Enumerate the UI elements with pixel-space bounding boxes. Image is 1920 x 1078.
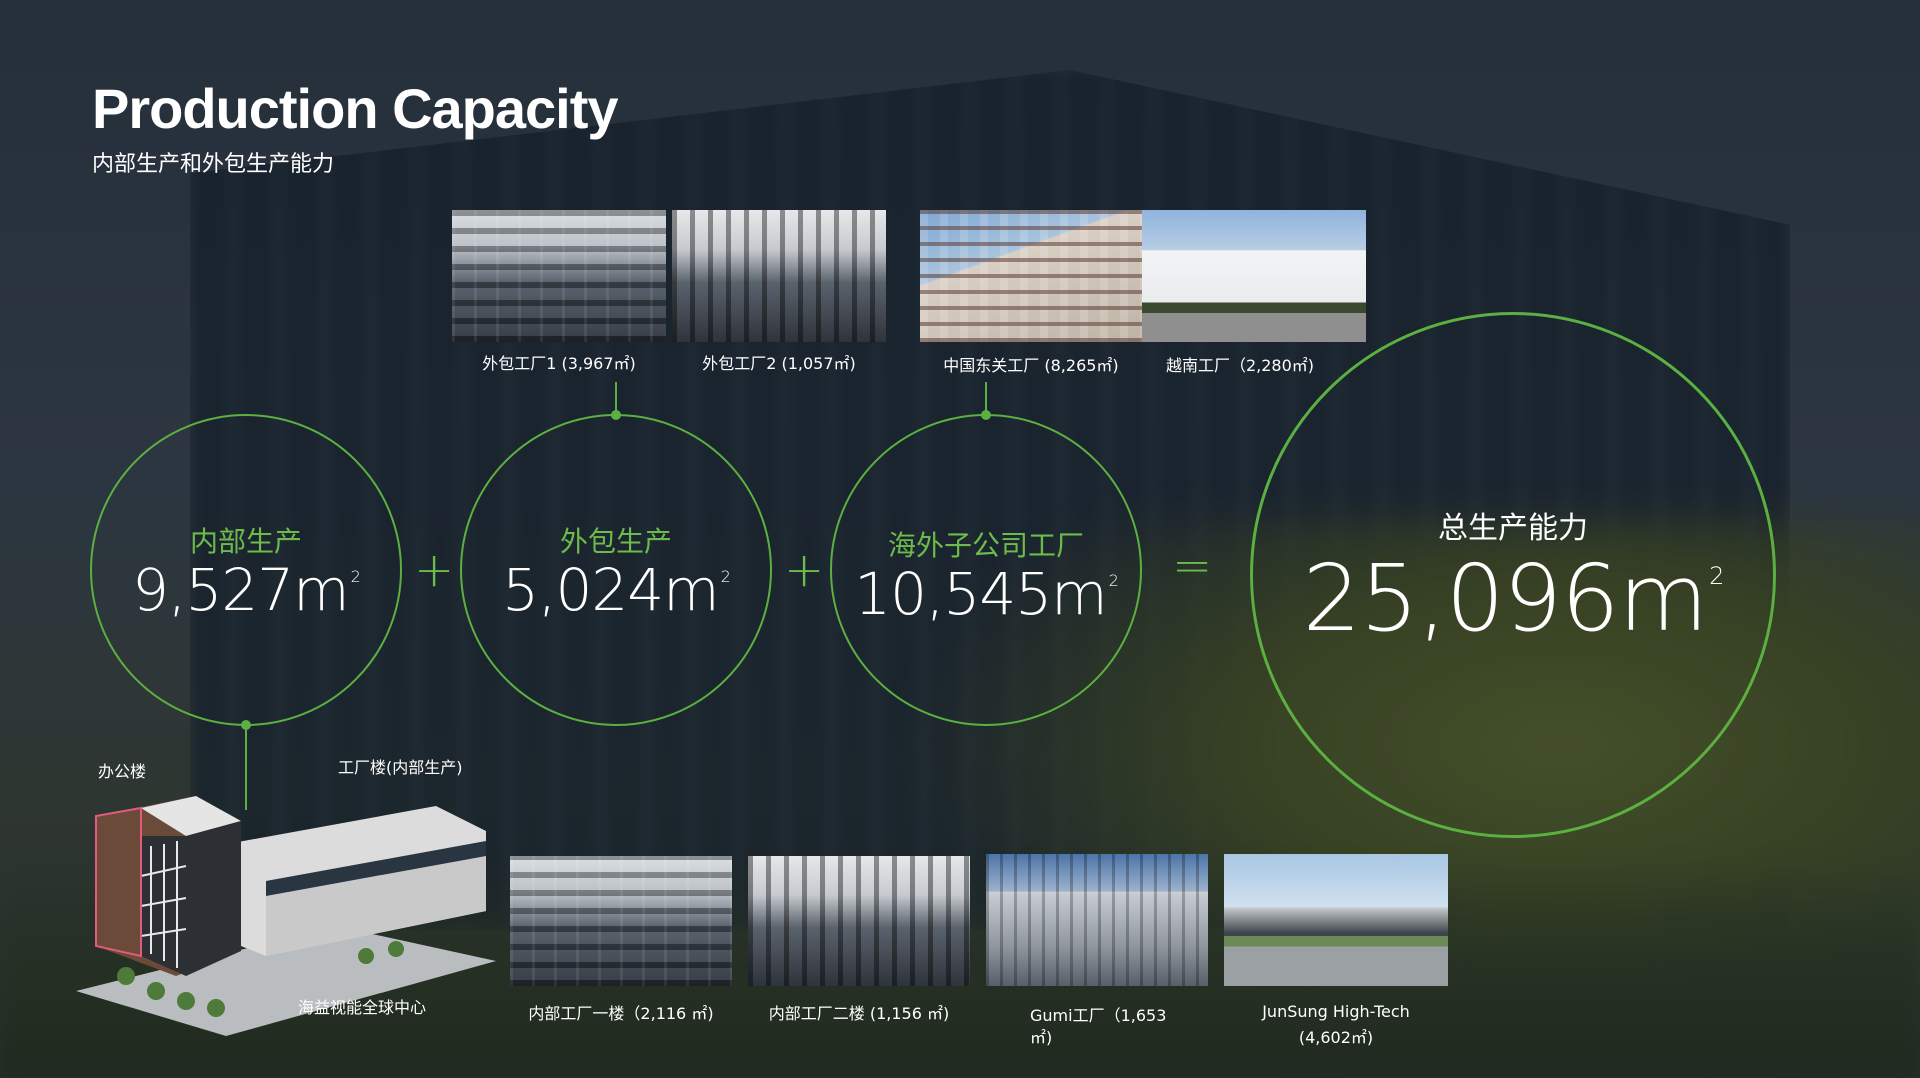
value-number: 5,024 bbox=[502, 556, 664, 624]
caption-junsung-line1: JunSung High-Tech bbox=[1262, 1002, 1410, 1021]
circle-total-capacity: 总生产能力 25,096m2 bbox=[1250, 312, 1776, 838]
photo-junsung-hightech bbox=[1224, 854, 1448, 986]
circle-overseas-factory: 海外子公司工厂 10,545m 2 bbox=[830, 414, 1142, 726]
equals-operator: = bbox=[1172, 538, 1213, 594]
value-sup: 2 bbox=[720, 567, 731, 586]
caption-vietnam-factory: 越南工厂（2,280㎡) bbox=[1165, 356, 1315, 375]
photo-internal-floor-2 bbox=[748, 856, 970, 986]
photo-outsource-factory-2 bbox=[672, 210, 886, 342]
label-global-center: 海益视能全球中心 bbox=[298, 998, 427, 1017]
value-unit: m bbox=[293, 556, 349, 624]
value-unit: m bbox=[1618, 545, 1709, 652]
label-office-building: 办公楼 bbox=[98, 762, 147, 781]
caption-gumi-factory-line1: Gumi工厂（1,653 bbox=[1030, 1006, 1167, 1025]
circle-internal-production: 内部生产 9,527m 2 bbox=[90, 414, 402, 726]
caption-outsource-factory-1: 外包工厂1 (3,967㎡) bbox=[482, 354, 636, 373]
caption-gumi-factory-line2: ㎡) bbox=[1030, 1028, 1053, 1047]
plus-operator-1: + bbox=[414, 542, 455, 598]
caption-china-dongguan-factory: 中国东关工厂 (8,265㎡) bbox=[943, 356, 1119, 375]
value-unit: m bbox=[663, 556, 719, 624]
page-subtitle: 内部生产和外包生产能力 bbox=[92, 152, 335, 177]
circle-value: 10,545m 2 bbox=[832, 560, 1140, 628]
value-number: 25,096 bbox=[1302, 545, 1620, 652]
campus-illustration bbox=[76, 796, 496, 1036]
photo-gumi-factory bbox=[986, 854, 1208, 986]
caption-internal-floor-2: 内部工厂二楼 (1,156 ㎡) bbox=[768, 1004, 950, 1023]
circle-outsource-production: 外包生产 5,024m 2 bbox=[460, 414, 772, 726]
circle-label: 外包生产 bbox=[559, 525, 672, 558]
plus-operator-2: + bbox=[784, 542, 825, 598]
value-sup: 2 bbox=[1709, 562, 1724, 590]
circle-value: 25,096m2 bbox=[1253, 545, 1773, 652]
circle-label: 海外子公司工厂 bbox=[887, 529, 1084, 562]
caption-internal-floor-1: 内部工厂一楼（2,116 ㎡) bbox=[528, 1004, 714, 1023]
label-factory-building: 工厂楼(内部生产) bbox=[338, 758, 463, 777]
caption-outsource-factory-2: 外包工厂2 (1,057㎡) bbox=[702, 354, 856, 373]
circle-value: 9,527m 2 bbox=[92, 556, 400, 624]
photo-vietnam-factory bbox=[1142, 210, 1366, 342]
value-number: 10,545 bbox=[854, 560, 1052, 628]
photo-china-dongguan-factory bbox=[920, 210, 1142, 342]
caption-junsung-line2: (4,602㎡) bbox=[1298, 1028, 1374, 1047]
value-number: 9,527 bbox=[132, 556, 294, 624]
value-sup: 2 bbox=[1108, 571, 1119, 590]
value-sup: 2 bbox=[350, 567, 361, 586]
photo-internal-floor-1 bbox=[510, 856, 732, 986]
circle-label: 总生产能力 bbox=[1438, 511, 1588, 546]
circle-value: 5,024m 2 bbox=[462, 556, 770, 624]
value-unit: m bbox=[1051, 560, 1107, 628]
circle-label: 内部生产 bbox=[189, 525, 302, 558]
photo-outsource-factory-1 bbox=[452, 210, 666, 342]
page-title: Production Capacity bbox=[92, 77, 619, 140]
